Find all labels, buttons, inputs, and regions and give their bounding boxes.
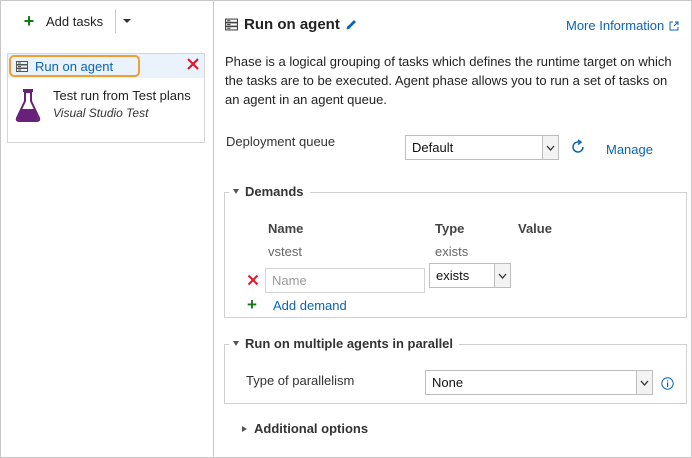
phase-card: Run on agent Test run from Test plans Vi…	[7, 53, 205, 143]
page-header: Run on agent	[225, 16, 358, 33]
close-icon[interactable]	[186, 57, 200, 71]
column-header-value: Value	[518, 221, 552, 236]
parallelism-type-select[interactable]: None	[425, 370, 653, 395]
external-link-icon	[669, 21, 679, 30]
demand-type-select[interactable]: exists	[429, 263, 511, 288]
deployment-queue-label: Deployment queue	[226, 134, 336, 149]
toolbar-divider	[115, 9, 116, 33]
column-header-type: Type	[435, 221, 465, 236]
demands-section: Demands Name Type Value vstest exists ex…	[224, 184, 687, 318]
task-item[interactable]: Test run from Test plans Visual Studio T…	[9, 84, 205, 140]
parallel-title: Run on multiple agents in parallel	[245, 336, 454, 351]
add-demand-label: Add demand	[273, 297, 347, 313]
task-subtitle: Visual Studio Test	[53, 106, 149, 120]
chevron-down-icon	[542, 136, 558, 159]
chevron-down-icon[interactable]	[121, 14, 133, 28]
chevron-down-icon	[233, 341, 239, 346]
column-header-name: Name	[268, 221, 304, 236]
parallelism-type-label: Type of parallelism	[246, 373, 355, 388]
refresh-icon[interactable]	[570, 139, 586, 155]
more-information-label: More Information	[566, 18, 665, 33]
page-title: Run on agent	[244, 16, 340, 33]
demand-name-input[interactable]	[265, 268, 425, 293]
demands-header[interactable]: Demands	[229, 184, 310, 199]
chevron-down-icon	[494, 264, 510, 287]
manage-link[interactable]: Manage	[606, 142, 653, 157]
close-icon[interactable]	[247, 274, 259, 286]
phase-description: Phase is a logical grouping of tasks whi…	[225, 54, 672, 107]
demand-type-value: exists	[436, 268, 470, 283]
task-title: Test run from Test plans	[53, 88, 191, 103]
chevron-right-icon	[242, 425, 247, 432]
additional-options-header[interactable]: Additional options	[242, 421, 369, 436]
more-information-link[interactable]: More Information	[566, 18, 679, 33]
demands-title: Demands	[245, 184, 304, 199]
plus-icon: +	[23, 11, 35, 31]
visual-studio-test-icon	[15, 89, 41, 122]
server-icon	[225, 18, 238, 31]
parallel-header[interactable]: Run on multiple agents in parallel	[229, 336, 460, 351]
phase-label: Run on agent	[35, 58, 114, 74]
task-list-pane: + Add tasks Run on agent Test run from T…	[1, 1, 214, 457]
server-icon	[16, 60, 28, 72]
add-tasks-button[interactable]: + Add tasks	[21, 11, 103, 31]
plus-icon: +	[247, 295, 257, 314]
add-demand-button[interactable]: + Add demand	[245, 295, 347, 314]
deployment-queue-select[interactable]: Default	[405, 135, 559, 160]
pencil-icon[interactable]	[345, 18, 358, 31]
toolbar: + Add tasks	[1, 1, 214, 41]
chevron-down-icon	[636, 371, 652, 394]
deployment-queue-value: Default	[412, 140, 454, 155]
details-pane: Run on agent More Information Phase is a…	[215, 1, 691, 457]
demand-type-cell: exists	[435, 244, 469, 259]
additional-options-title: Additional options	[254, 421, 369, 436]
parallelism-type-value: None	[432, 375, 464, 390]
phase-item-run-on-agent[interactable]: Run on agent	[9, 55, 140, 77]
demand-name-cell: vstest	[268, 244, 302, 259]
info-icon[interactable]	[661, 377, 674, 390]
chevron-down-icon	[233, 189, 239, 194]
add-tasks-label: Add tasks	[46, 13, 104, 29]
